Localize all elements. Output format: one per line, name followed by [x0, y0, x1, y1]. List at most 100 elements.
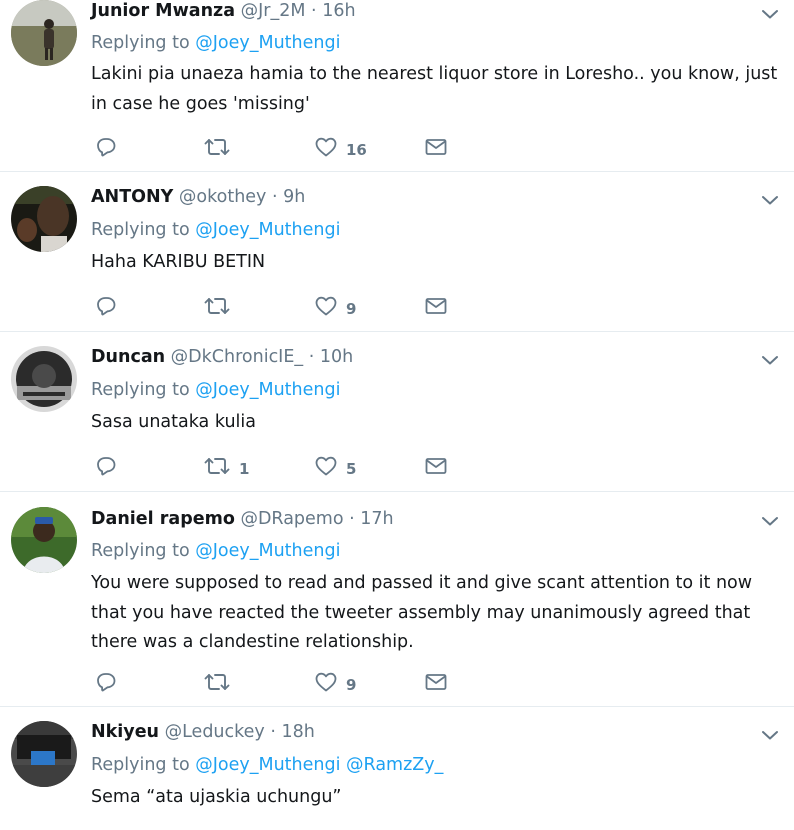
separator-dot: · [349, 509, 355, 529]
separator-dot: · [311, 1, 317, 21]
avatar[interactable] [11, 721, 77, 787]
chevron-down-icon[interactable] [758, 2, 782, 26]
tweet[interactable]: Junior Mwanza @Jr_2M · 16h Replying to @… [0, 0, 794, 171]
timestamp[interactable]: 10h [320, 347, 353, 367]
avatar[interactable] [11, 186, 77, 252]
display-name[interactable]: Nkiyeu [91, 722, 159, 742]
timestamp[interactable]: 9h [283, 187, 305, 207]
direct-message-button[interactable] [424, 293, 448, 319]
tweet-header: Daniel rapemo @DRapemo · 17h [91, 508, 394, 530]
avatar[interactable] [11, 507, 77, 573]
replying-to-label: Replying to [91, 33, 190, 53]
separator-dot: · [308, 347, 315, 367]
mention-link[interactable]: @RamzZy_ [346, 755, 443, 775]
chevron-down-icon[interactable] [758, 188, 782, 212]
tweet-divider [0, 171, 794, 172]
direct-message-button[interactable] [424, 453, 448, 479]
timestamp[interactable]: 18h [282, 722, 315, 742]
replying-to-label: Replying to [91, 380, 190, 400]
tweet[interactable]: Daniel rapemo @DRapemo · 17h Replying to… [0, 507, 794, 706]
like-count: 5 [346, 460, 357, 478]
replying-to: Replying to @Joey_Muthengi @RamzZy_ [91, 754, 443, 776]
tweet-actions: 9 [91, 669, 491, 695]
replying-to: Replying to @Joey_Muthengi [91, 32, 340, 54]
timestamp[interactable]: 16h [322, 1, 355, 21]
reply-icon [94, 294, 118, 318]
like-button[interactable]: 9 [314, 669, 356, 695]
envelope-icon [424, 294, 448, 318]
reply-button[interactable] [94, 453, 126, 479]
retweet-button[interactable] [203, 134, 239, 160]
tweet[interactable]: Duncan @DkChronicIE_ · 10h Replying to @… [0, 346, 794, 491]
mention-link[interactable]: @Joey_Muthengi [195, 755, 340, 775]
mention-link[interactable]: @Joey_Muthengi [195, 380, 340, 400]
retweet-button[interactable] [203, 669, 239, 695]
tweet-text: You were supposed to read and passed it … [91, 573, 753, 652]
tweet-divider [0, 491, 794, 492]
heart-icon [314, 135, 338, 159]
replying-to: Replying to @Joey_Muthengi [91, 219, 340, 241]
avatar[interactable] [11, 0, 77, 66]
heart-icon [314, 294, 338, 318]
chevron-down-icon[interactable] [758, 348, 782, 372]
direct-message-button[interactable] [424, 134, 448, 160]
display-name[interactable]: Daniel rapemo [91, 509, 235, 529]
retweet-icon [203, 294, 231, 318]
tweet-actions: 1 5 [91, 453, 491, 479]
tweet[interactable]: ANTONY @okothey · 9h Replying to @Joey_M… [0, 186, 794, 331]
separator-dot: · [270, 722, 276, 742]
replying-to: Replying to @Joey_Muthengi [91, 540, 340, 562]
envelope-icon [424, 135, 448, 159]
retweet-icon [203, 670, 231, 694]
reply-button[interactable] [94, 293, 126, 319]
tweet-actions: 16 [91, 134, 491, 160]
reply-icon [94, 454, 118, 478]
retweet-button[interactable]: 1 [203, 453, 249, 479]
reply-button[interactable] [94, 134, 126, 160]
like-button[interactable]: 16 [314, 134, 367, 160]
tweet-header: ANTONY @okothey · 9h [91, 186, 305, 208]
tweet-header: Nkiyeu @Leduckey · 18h [91, 721, 315, 743]
user-handle[interactable]: @Jr_2M [241, 1, 306, 21]
envelope-icon [424, 454, 448, 478]
heart-icon [314, 670, 338, 694]
user-handle[interactable]: @DkChronicIE_ [171, 347, 303, 367]
chevron-down-icon[interactable] [758, 723, 782, 747]
retweet-icon [203, 135, 231, 159]
tweet[interactable]: Nkiyeu @Leduckey · 18h Replying to @Joey… [0, 721, 794, 830]
display-name[interactable]: ANTONY [91, 187, 173, 207]
avatar[interactable] [11, 346, 77, 412]
like-count: 16 [346, 141, 367, 159]
chevron-down-icon[interactable] [758, 509, 782, 533]
tweet-text: Haha KARIBU BETIN [91, 252, 266, 272]
mention-link[interactable]: @Joey_Muthengi [195, 33, 340, 53]
replying-to: Replying to @Joey_Muthengi [91, 379, 340, 401]
mention-link[interactable]: @Joey_Muthengi [195, 220, 340, 240]
direct-message-button[interactable] [424, 669, 448, 695]
replying-to-label: Replying to [91, 220, 190, 240]
user-handle[interactable]: @Leduckey [165, 722, 265, 742]
replying-to-label: Replying to [91, 755, 190, 775]
tweet-text: Lakini pia unaeza hamia to the nearest l… [91, 64, 778, 114]
replying-to-label: Replying to [91, 541, 190, 561]
timestamp[interactable]: 17h [360, 509, 393, 529]
reply-button[interactable] [94, 669, 126, 695]
tweet-text: Sasa unataka kulia [91, 412, 256, 432]
envelope-icon [424, 670, 448, 694]
like-count: 9 [346, 300, 357, 318]
user-handle[interactable]: @DRapemo [240, 509, 343, 529]
like-button[interactable]: 9 [314, 293, 356, 319]
tweet-actions: 9 [91, 293, 491, 319]
separator-dot: · [271, 187, 278, 207]
heart-icon [314, 454, 338, 478]
retweet-button[interactable] [203, 293, 239, 319]
mention-link[interactable]: @Joey_Muthengi [195, 541, 340, 561]
tweet-header: Duncan @DkChronicIE_ · 10h [91, 346, 353, 368]
reply-icon [94, 135, 118, 159]
display-name[interactable]: Duncan [91, 347, 165, 367]
like-count: 9 [346, 676, 357, 694]
user-handle[interactable]: @okothey [179, 187, 267, 207]
display-name[interactable]: Junior Mwanza [91, 1, 235, 21]
retweet-icon [203, 454, 231, 478]
like-button[interactable]: 5 [314, 453, 356, 479]
